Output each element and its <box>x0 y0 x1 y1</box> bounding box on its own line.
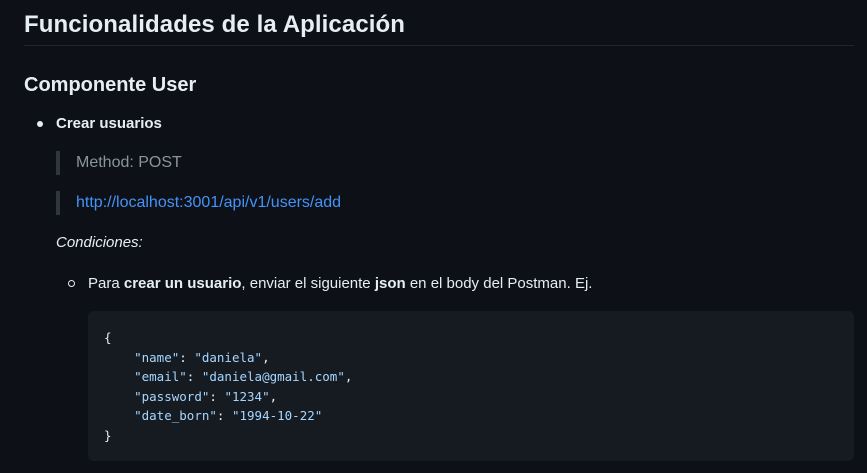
code-sep: , <box>344 369 353 384</box>
section-heading: Componente User <box>24 74 197 96</box>
code-value-email: "daniela@gmail.com" <box>201 369 345 384</box>
code-open-brace: { <box>104 330 112 345</box>
json-code[interactable]: { "name": "daniela", "email": "daniela@g… <box>104 328 352 445</box>
method-text: Method: POST <box>76 154 182 171</box>
page-title: Funcionalidades de la Aplicación <box>24 11 406 38</box>
bullet-disc-icon <box>37 121 43 127</box>
url-blockquote: http://localhost:3001/api/v1/users/add <box>56 191 341 215</box>
condition-item: Para crear un usuario, enviar el siguien… <box>88 273 592 295</box>
code-block[interactable]: { "name": "daniela", "email": "daniela@g… <box>88 311 854 461</box>
code-key-name: "name" <box>134 349 180 365</box>
code-value-date-born: "1994-10-22" <box>231 408 323 423</box>
code-sep: , <box>269 388 278 404</box>
conditions-label: Condiciones: <box>56 234 143 251</box>
code-value-name: "daniela" <box>194 349 263 365</box>
title-divider <box>24 45 854 46</box>
code-key-email: "email" <box>134 369 187 384</box>
code-value-password: "1234" <box>224 388 270 404</box>
code-sep: , <box>262 349 270 365</box>
condition-text-2: , enviar el siguiente <box>241 275 375 292</box>
endpoint-link[interactable]: http://localhost:3001/api/v1/users/add <box>76 194 341 211</box>
condition-bold-2: json <box>374 275 406 292</box>
condition-bold-1: crear un usuario <box>123 275 242 292</box>
markdown-page: Funcionalidades de la Aplicación Compone… <box>0 0 867 473</box>
bullet-circle-icon <box>68 280 75 287</box>
condition-text-1: Para <box>88 275 124 292</box>
method-blockquote: Method: POST <box>56 151 182 175</box>
list-item-title: Crear usuarios <box>56 115 162 132</box>
condition-text-3: en el body del Postman. Ej. <box>405 275 593 292</box>
code-close-brace: } <box>104 427 112 443</box>
code-key-date-born: "date_born" <box>134 408 217 423</box>
code-key-password: "password" <box>134 388 210 404</box>
